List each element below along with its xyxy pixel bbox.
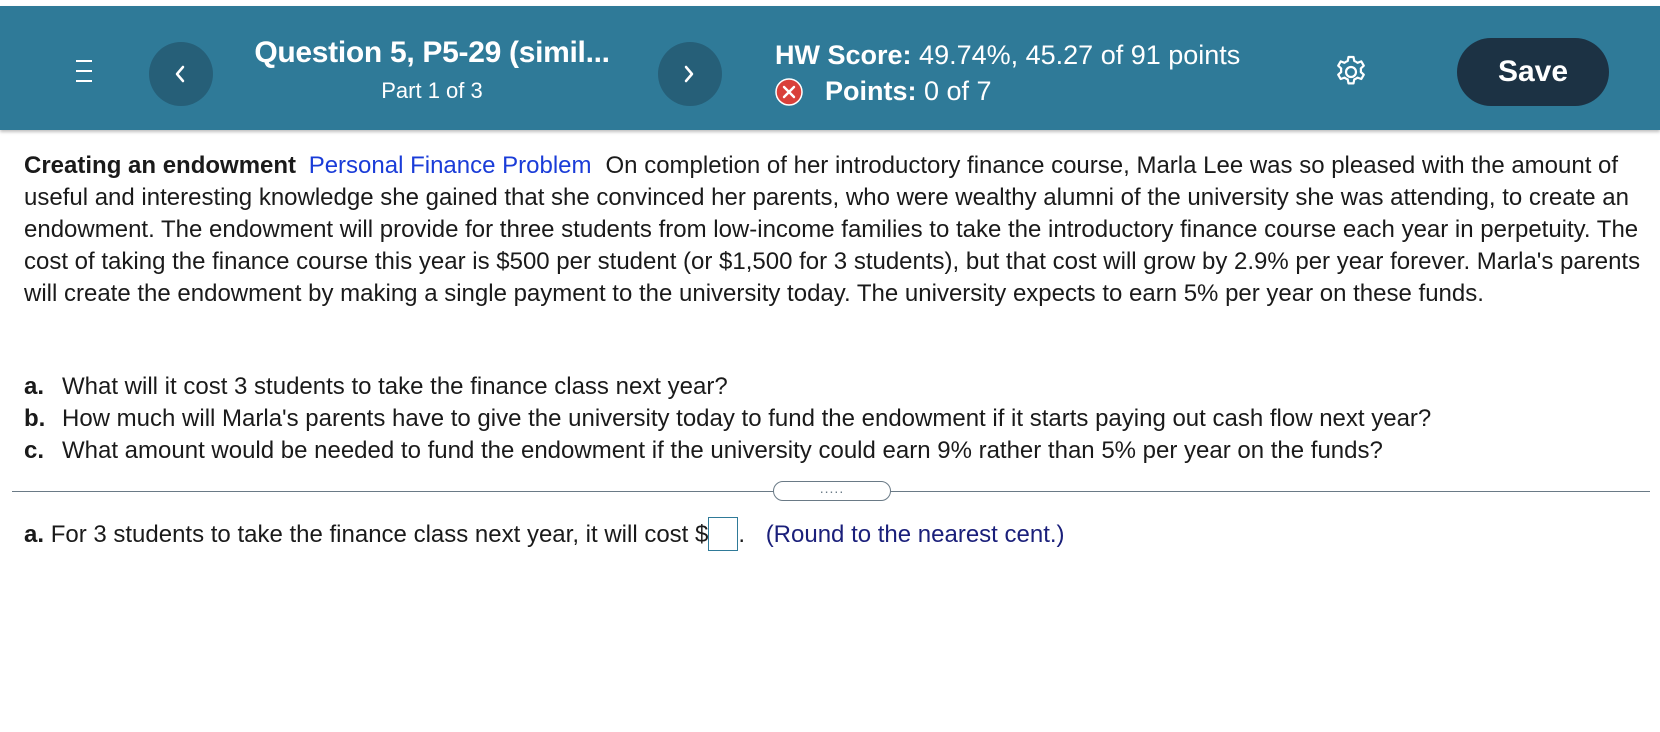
question-label: c. — [24, 437, 45, 464]
points-value: 0 of 7 — [924, 76, 992, 106]
hw-score-value: 49.74%, 45.27 of 91 points — [919, 40, 1241, 70]
question-list: a. What will it cost 3 students to take t… — [24, 371, 1644, 467]
points-label: Points: — [825, 76, 917, 106]
rounding-hint: (Round to the nearest cent.) — [765, 521, 1065, 548]
answer-row: a. For 3 students to take the finance cl… — [24, 516, 1065, 552]
question-text: What amount would be needed to fund the … — [62, 437, 1383, 464]
hw-score: HW Score: 49.74%, 45.27 of 91 points — [775, 40, 1240, 71]
answer-label: a. — [24, 521, 45, 548]
points-text: Points: 0 of 7 — [825, 76, 992, 107]
question-text: What will it cost 3 students to take the… — [62, 373, 728, 400]
chevron-right-icon — [684, 65, 694, 83]
problem-category-link[interactable]: Personal Finance Problem — [309, 152, 592, 179]
expand-handle[interactable]: ..... — [773, 481, 891, 501]
question-title: Question 5, P5-29 (simil... — [254, 36, 610, 69]
header-bar: Question 5, P5-29 (simil... Part 1 of 3 … — [0, 6, 1660, 130]
chevron-left-icon — [175, 65, 185, 83]
problem-topic: Creating an endowment — [24, 152, 297, 179]
answer-input[interactable] — [708, 516, 739, 551]
previous-question-button[interactable] — [149, 42, 213, 106]
question-label: a. — [24, 373, 45, 400]
hw-score-label: HW Score: — [775, 40, 912, 70]
question-text: How much will Marla's parents have to gi… — [62, 405, 1432, 432]
question-label: b. — [24, 405, 46, 432]
next-question-button[interactable] — [658, 42, 722, 106]
answer-suffix: . — [738, 521, 746, 548]
question-item: a. What will it cost 3 students to take t… — [24, 371, 1644, 403]
hamburger-menu-icon[interactable] — [70, 56, 98, 86]
answer-prefix: For 3 students to take the finance class… — [50, 521, 709, 548]
question-item: c. What amount would be needed to fund th… — [24, 435, 1644, 467]
save-button[interactable]: Save — [1457, 38, 1609, 106]
question-item: b. How much will Marla's parents have to … — [24, 403, 1644, 435]
problem-statement: Creating an endowment Personal Finance P… — [24, 150, 1644, 310]
x-circle-icon — [775, 78, 803, 106]
question-part: Part 1 of 3 — [381, 78, 483, 103]
gear-icon[interactable] — [1333, 54, 1369, 90]
